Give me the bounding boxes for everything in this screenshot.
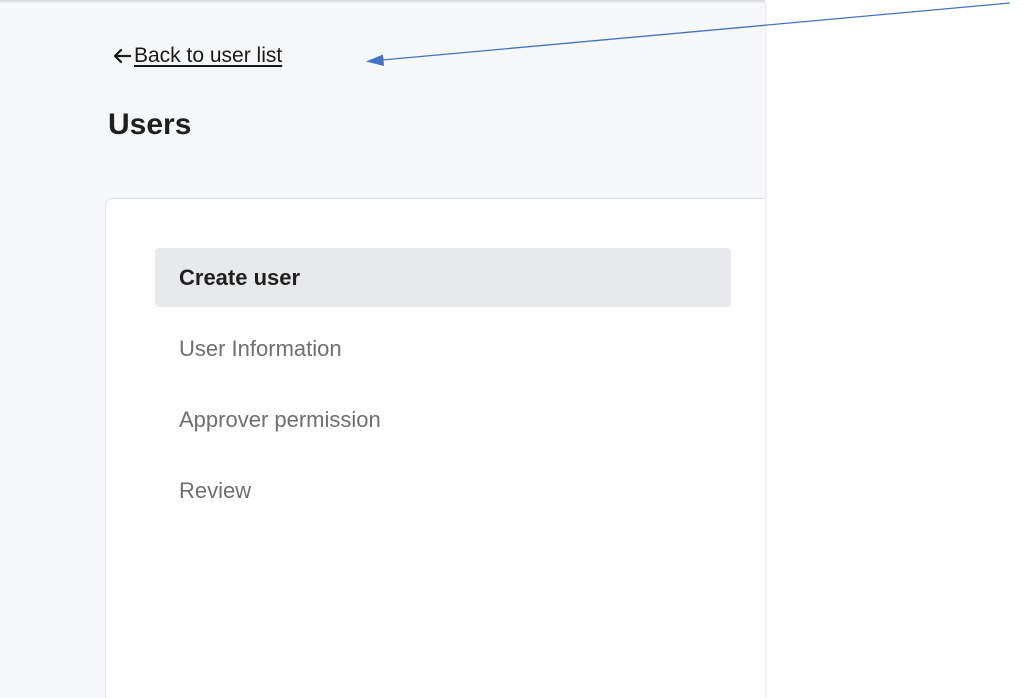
arrow-left-icon <box>113 48 131 64</box>
step-approver-permission[interactable]: Approver permission <box>155 390 731 449</box>
step-user-information[interactable]: User Information <box>155 319 731 378</box>
app-panel: Back to user list Users Create user User… <box>0 0 765 698</box>
page-title: Users <box>108 108 192 141</box>
back-link-label[interactable]: Back to user list <box>134 44 282 68</box>
step-create-user[interactable]: Create user <box>155 248 731 307</box>
step-review[interactable]: Review <box>155 461 731 520</box>
wizard-card: Create user User Information Approver pe… <box>105 198 765 698</box>
wizard-steps: Create user User Information Approver pe… <box>155 248 731 532</box>
back-to-user-list-link[interactable]: Back to user list <box>112 44 282 68</box>
